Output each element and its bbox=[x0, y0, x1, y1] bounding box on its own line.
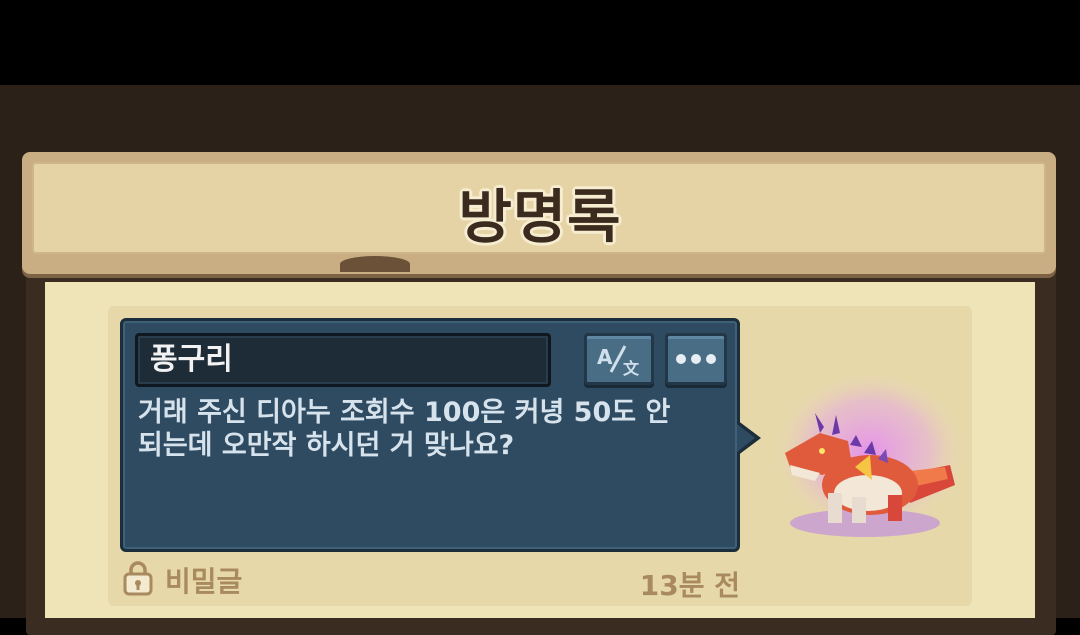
banner-ornament bbox=[340, 256, 410, 272]
message-text: 거래 주신 디아누 조회수 100은 커녕 50도 안 되는데 오만작 하시던 … bbox=[138, 396, 718, 462]
top-black-bar bbox=[0, 0, 1080, 85]
more-dots-icon bbox=[676, 354, 716, 364]
translate-icon: A 文 bbox=[597, 345, 640, 378]
author-name[interactable]: 퐁구리 bbox=[150, 338, 233, 382]
svg-text:文: 文 bbox=[623, 359, 640, 378]
page-title: 방명록 bbox=[458, 183, 622, 251]
post-time: 13분 전 bbox=[639, 569, 740, 602]
bubble-tail-inner bbox=[737, 424, 755, 452]
lock-icon bbox=[123, 561, 153, 596]
message-line-1: 거래 주신 디아누 조회수 100은 커녕 50도 안 bbox=[138, 397, 671, 428]
svg-text:A: A bbox=[597, 345, 613, 369]
secret-post-label: 비밀글 bbox=[165, 565, 243, 598]
message-line-2: 되는데 오만작 하시던 거 맞나요? bbox=[138, 430, 515, 461]
more-options-button[interactable] bbox=[665, 333, 727, 385]
translate-button[interactable]: A 文 bbox=[584, 333, 654, 385]
dragon-pet-icon[interactable] bbox=[760, 375, 970, 555]
